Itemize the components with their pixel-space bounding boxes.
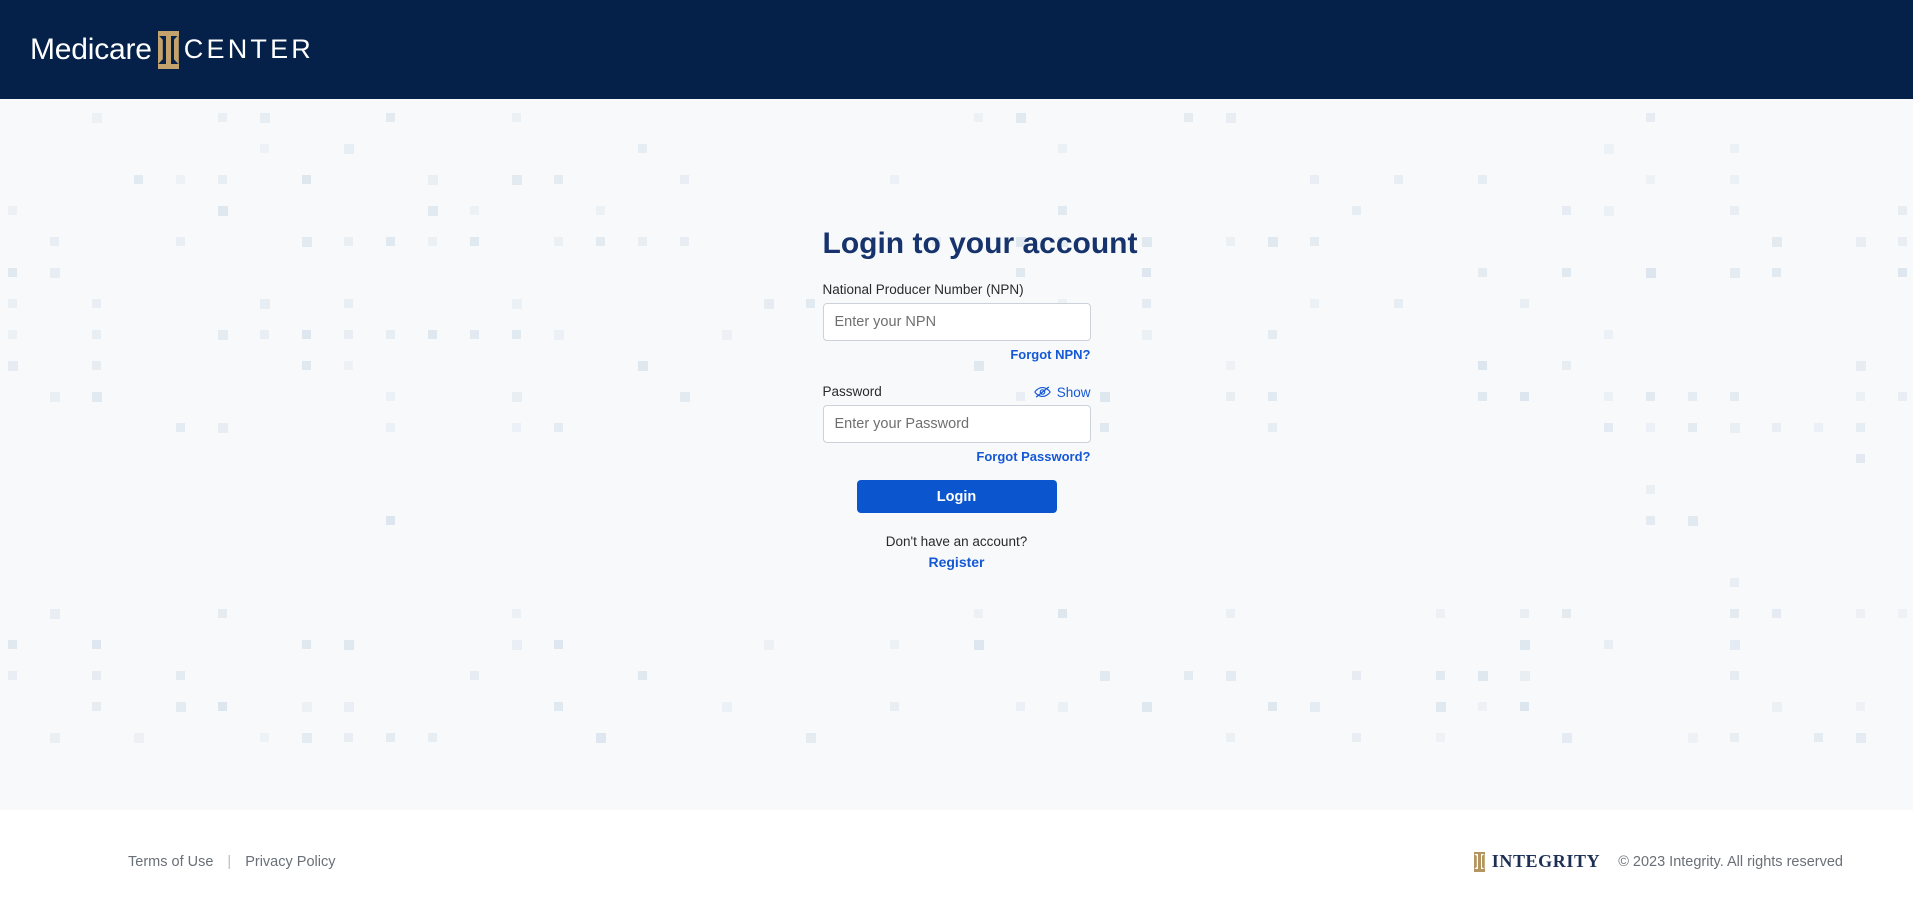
logo-primary-text: Medicare [30, 32, 152, 66]
login-button[interactable]: Login [856, 480, 1057, 514]
show-password-toggle[interactable]: Show [1033, 384, 1091, 400]
app-footer: Terms of Use | Privacy Policy INTEGRITY … [0, 810, 1913, 913]
signup-prompt: Don't have an account? [885, 534, 1028, 550]
ibeam-icon [1473, 851, 1486, 872]
footer-separator: | [227, 853, 232, 870]
npn-field-group: National Producer Number (NPN) Forgot NP… [822, 282, 1091, 362]
ibeam-icon [155, 30, 181, 69]
login-page: Medicare CENTER Login to your account Na… [0, 0, 1913, 913]
login-card-wrapper: Login to your account National Producer … [0, 99, 1913, 570]
login-card: Login to your account National Producer … [822, 227, 1138, 570]
show-password-label: Show [1056, 384, 1091, 400]
integrity-logo: INTEGRITY [1473, 851, 1600, 872]
forgot-password-link[interactable]: Forgot Password? [823, 449, 1090, 464]
integrity-wordmark: INTEGRITY [1491, 851, 1601, 871]
copyright-text: © 2023 Integrity. All rights reserved [1618, 853, 1843, 870]
logo-secondary-text: CENTER [183, 34, 315, 64]
privacy-policy-link[interactable]: Privacy Policy [245, 854, 335, 870]
password-label: Password [822, 384, 882, 400]
main-content: Login to your account National Producer … [0, 99, 1913, 810]
terms-of-use-link[interactable]: Terms of Use [128, 854, 213, 870]
password-input[interactable] [822, 405, 1091, 444]
medicare-center-logo[interactable]: Medicare CENTER [30, 28, 314, 72]
eye-slash-icon [1033, 385, 1051, 399]
page-title: Login to your account [822, 227, 1138, 260]
forgot-npn-link[interactable]: Forgot NPN? [823, 347, 1090, 362]
register-link[interactable]: Register [823, 554, 1091, 570]
app-header: Medicare CENTER [0, 0, 1913, 99]
footer-branding: INTEGRITY © 2023 Integrity. All rights r… [1473, 851, 1843, 872]
npn-label: National Producer Number (NPN) [822, 282, 1024, 297]
npn-input[interactable] [822, 303, 1091, 342]
password-label-row: Password Show [823, 384, 1091, 400]
password-field-group: Password Show Forgot Password? [822, 384, 1091, 464]
footer-links: Terms of Use | Privacy Policy [128, 854, 335, 870]
npn-label-row: National Producer Number (NPN) [823, 282, 1091, 298]
